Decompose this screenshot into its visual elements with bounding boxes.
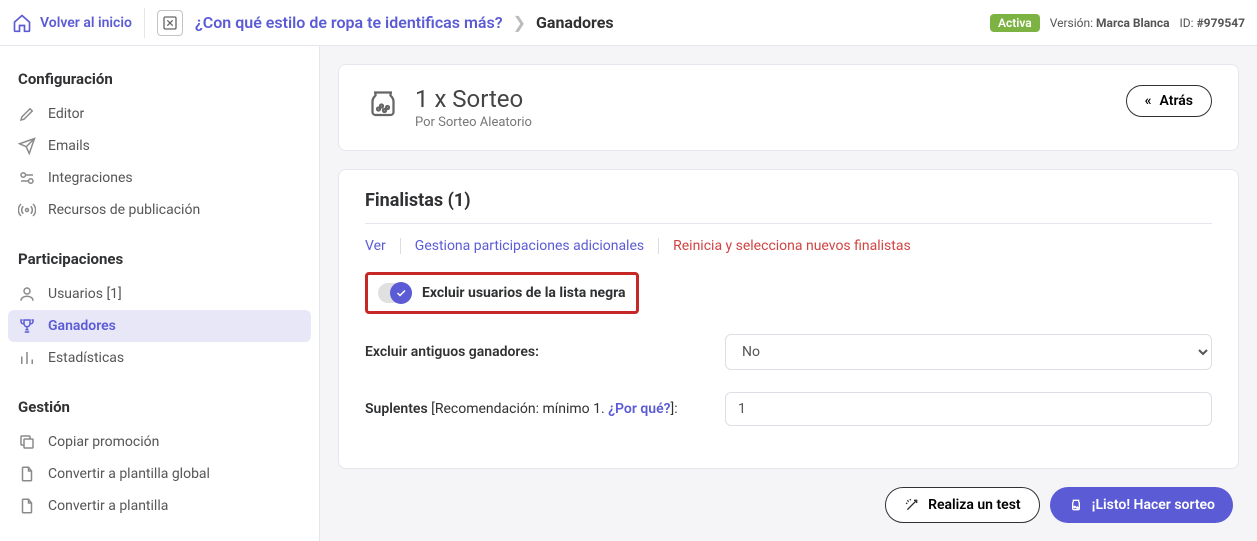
breadcrumb-title[interactable]: ¿Con qué estilo de ropa te identificas m…	[195, 13, 503, 32]
footer-actions: Realiza un test ¡Listo! Hacer sorteo	[338, 487, 1239, 523]
finalists-tabs: Ver Gestiona participaciones adicionales…	[365, 238, 1212, 254]
file-icon	[18, 497, 36, 515]
home-link[interactable]: Volver al inicio	[12, 13, 132, 33]
send-icon	[18, 137, 36, 155]
sidebar-section-participations: Participaciones	[0, 244, 319, 278]
file-icon	[18, 465, 36, 483]
topbar-right: Activa Versión: Marca Blanca ID: #979547	[990, 14, 1245, 32]
blacklist-highlight: Excluir usuarios de la lista negra	[365, 272, 639, 314]
sidebar-item-stats[interactable]: Estadísticas	[0, 342, 319, 374]
integrations-icon	[18, 169, 36, 187]
substitutes-label: Suplentes [Recomendación: mínimo 1. ¿Por…	[365, 401, 705, 417]
substitutes-row: Suplentes [Recomendación: mínimo 1. ¿Por…	[365, 392, 1212, 426]
broadcast-icon	[18, 201, 36, 219]
sidebar-item-emails[interactable]: Emails	[0, 130, 319, 162]
divider	[365, 223, 1212, 224]
stats-icon	[18, 349, 36, 367]
sidebar-section-management: Gestión	[0, 392, 319, 426]
tab-manage[interactable]: Gestiona participaciones adicionales	[401, 238, 658, 254]
main: 1 x Sorteo Por Sorteo Aleatorio « Atrás …	[320, 46, 1257, 541]
copy-icon	[18, 433, 36, 451]
user-icon	[18, 285, 36, 303]
sidebar-item-template[interactable]: Convertir a plantilla	[0, 490, 319, 522]
home-icon	[12, 13, 32, 33]
separator	[144, 8, 145, 38]
run-draw-button[interactable]: ¡Listo! Hacer sorteo	[1050, 487, 1233, 523]
pencil-icon	[18, 105, 36, 123]
jar-icon	[365, 85, 401, 121]
blacklist-label: Excluir usuarios de la lista negra	[422, 285, 626, 301]
back-button[interactable]: « Atrás	[1126, 85, 1212, 117]
id-label: ID: #979547	[1180, 16, 1245, 30]
sidebar: Configuración Editor Emails Integracione…	[0, 46, 320, 541]
breadcrumb-current: Ganadores	[536, 13, 614, 32]
sidebar-item-editor[interactable]: Editor	[0, 98, 319, 130]
sidebar-item-integrations[interactable]: Integraciones	[0, 162, 319, 194]
tab-view[interactable]: Ver	[365, 238, 400, 254]
finalists-heading: Finalistas (1)	[365, 190, 1212, 211]
sidebar-item-users[interactable]: Usuarios [1]	[0, 278, 319, 310]
card-title: 1 x Sorteo	[415, 85, 532, 113]
version-label: Versión: Marca Blanca	[1050, 16, 1170, 30]
exclude-old-label: Excluir antiguos ganadores:	[365, 344, 705, 360]
tab-reset[interactable]: Reinicia y selecciona nuevos finalistas	[659, 238, 925, 254]
trophy-icon	[18, 317, 36, 335]
sidebar-item-publish[interactable]: Recursos de publicación	[0, 194, 319, 226]
home-label: Volver al inicio	[40, 15, 132, 31]
wizard-type-icon[interactable]	[157, 10, 183, 36]
check-icon	[395, 287, 407, 299]
header-card: 1 x Sorteo Por Sorteo Aleatorio « Atrás	[338, 64, 1239, 151]
why-link[interactable]: ¿Por qué?	[608, 401, 670, 417]
finalists-card: Finalistas (1) Ver Gestiona participacio…	[338, 169, 1239, 469]
exclude-old-row: Excluir antiguos ganadores: No	[365, 334, 1212, 370]
sidebar-section-config: Configuración	[0, 64, 319, 98]
card-subtitle: Por Sorteo Aleatorio	[415, 115, 532, 130]
chevron-left-icon: «	[1145, 93, 1152, 109]
exclude-old-select[interactable]: No	[725, 334, 1212, 370]
sidebar-item-template-global[interactable]: Convertir a plantilla global	[0, 458, 319, 490]
substitutes-input[interactable]	[725, 392, 1212, 426]
status-badge: Activa	[990, 14, 1040, 32]
chevron-right-icon: ❯	[513, 13, 526, 32]
topbar: Volver al inicio ¿Con qué estilo de ropa…	[0, 0, 1257, 46]
test-button[interactable]: Realiza un test	[885, 487, 1040, 523]
sidebar-item-winners[interactable]: Ganadores	[8, 310, 311, 342]
breadcrumb: ¿Con qué estilo de ropa te identificas m…	[195, 13, 978, 32]
sidebar-item-copy[interactable]: Copiar promoción	[0, 426, 319, 458]
wand-icon	[904, 497, 920, 513]
blacklist-toggle[interactable]	[378, 283, 412, 303]
jar-icon	[1068, 497, 1084, 513]
